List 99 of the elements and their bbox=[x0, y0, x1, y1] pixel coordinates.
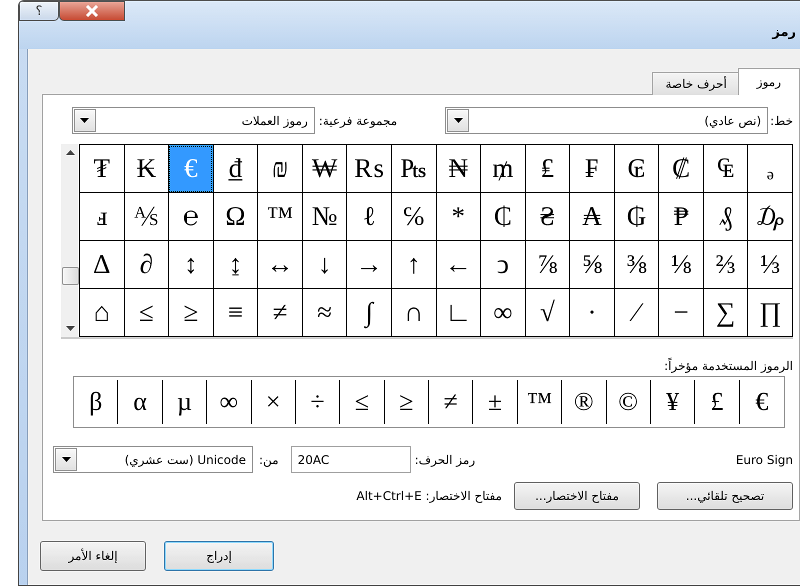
symbol-cell[interactable]: ₱ bbox=[658, 193, 703, 241]
symbol-cell[interactable]: ∕ bbox=[614, 289, 658, 337]
symbol-cell[interactable]: ⅛ bbox=[658, 241, 703, 289]
character-code-field[interactable]: 20AC bbox=[290, 446, 411, 473]
symbol-cell[interactable]: ∏ bbox=[747, 289, 792, 337]
symbol-cell[interactable]: ↄ bbox=[480, 241, 525, 289]
symbol-cell[interactable]: ™ bbox=[518, 380, 562, 424]
symbol-cell[interactable]: ⅔ bbox=[702, 241, 748, 289]
symbol-cell[interactable]: ₣ bbox=[569, 145, 614, 193]
symbol-cell[interactable]: € bbox=[740, 380, 784, 424]
symbol-cell[interactable]: ≡ bbox=[212, 289, 258, 337]
symbol-cell[interactable]: ₤ bbox=[524, 145, 570, 193]
symbol-cell[interactable]: ₯ bbox=[747, 193, 792, 241]
scroll-thumb[interactable] bbox=[62, 266, 78, 284]
symbol-cell[interactable]: ≤ bbox=[340, 380, 385, 424]
symbol-cell[interactable]: ℅ bbox=[390, 193, 436, 241]
symbol-cell[interactable]: ⅜ bbox=[614, 241, 658, 289]
symbol-cell[interactable]: ₔ bbox=[747, 145, 792, 193]
symbol-cell[interactable]: ₢ bbox=[614, 145, 658, 193]
symbol-cell[interactable]: ₰ bbox=[702, 193, 748, 241]
shortcut-key-text: مفتاح الاختصار: Alt+Ctrl+E bbox=[356, 489, 502, 503]
symbol-cell[interactable]: ≥ bbox=[384, 380, 429, 424]
symbol-cell[interactable]: £ bbox=[695, 380, 740, 424]
symbol-cell[interactable]: ≥ bbox=[168, 289, 213, 337]
symbol-cell[interactable]: ≠ bbox=[257, 289, 302, 337]
symbol-cell[interactable]: ≤ bbox=[124, 289, 168, 337]
symbol-cell[interactable]: ₩ bbox=[302, 145, 346, 193]
subset-dropdown[interactable]: رموز العملات bbox=[72, 107, 315, 134]
symbol-cell[interactable]: ∫ bbox=[346, 289, 391, 337]
help-button[interactable]: ؟ bbox=[19, 1, 59, 21]
symbol-cell[interactable]: © bbox=[606, 380, 651, 424]
symbol-cell[interactable]: ₥ bbox=[480, 145, 525, 193]
symbol-cell[interactable]: α bbox=[118, 380, 163, 424]
symbol-cell[interactable]: µ bbox=[162, 380, 208, 424]
symbol-cell[interactable]: ¥ bbox=[650, 380, 696, 424]
symbol-cell[interactable]: √ bbox=[524, 289, 570, 337]
font-label: خط: bbox=[770, 114, 793, 128]
symbol-cell[interactable]: ↑ bbox=[390, 241, 436, 289]
symbol-cell[interactable]: ≠ bbox=[429, 380, 474, 424]
autocorrect-button[interactable]: تصحيح تلقائي... bbox=[657, 482, 793, 510]
symbol-cell[interactable]: ↔ bbox=[257, 241, 302, 289]
symbol-cell[interactable]: ₡ bbox=[658, 145, 703, 193]
character-name: Euro Sign bbox=[736, 452, 793, 466]
shortcut-key-button[interactable]: مفتاح الاختصار... bbox=[514, 482, 640, 510]
symbol-cell[interactable]: ₵ bbox=[480, 193, 525, 241]
from-label: من: bbox=[259, 452, 279, 466]
symbol-cell[interactable]: ™ bbox=[257, 193, 302, 241]
symbol-cell[interactable]: ← bbox=[436, 241, 480, 289]
symbol-cell[interactable]: ® bbox=[562, 380, 606, 424]
recent-symbols-label: الرموز المستخدمة مؤخراً: bbox=[663, 359, 793, 373]
symbol-cell[interactable]: ↓ bbox=[302, 241, 346, 289]
symbol-cell[interactable]: ∩ bbox=[390, 289, 436, 337]
symbol-cell[interactable]: ₧ bbox=[390, 145, 436, 193]
encoding-dropdown[interactable]: Unicode (ست عشري) bbox=[53, 446, 253, 473]
symbol-cell[interactable]: ₪ bbox=[257, 145, 302, 193]
symbol-cell[interactable]: ₦ bbox=[436, 145, 480, 193]
symbol-cell[interactable]: ⅓ bbox=[747, 241, 792, 289]
symbol-cell[interactable]: ∑ bbox=[702, 289, 748, 337]
cancel-button[interactable]: إلغاء الأمر bbox=[40, 541, 146, 571]
symbol-cell[interactable]: ↕ bbox=[168, 241, 213, 289]
symbol-cell[interactable]: ℮ bbox=[168, 193, 213, 241]
symbol-cell[interactable]: ₨ bbox=[346, 145, 391, 193]
symbol-cell[interactable]: ₭ bbox=[124, 145, 168, 193]
symbol-cell[interactable]: ⅍ bbox=[124, 193, 168, 241]
symbol-cell[interactable]: ∞ bbox=[480, 289, 525, 337]
scroll-up-arrow-icon[interactable] bbox=[66, 150, 74, 155]
symbol-cell[interactable]: ∟ bbox=[436, 289, 480, 337]
symbol-cell[interactable]: − bbox=[658, 289, 703, 337]
symbol-cell[interactable]: ⅞ bbox=[524, 241, 570, 289]
symbol-cell[interactable]: ↨ bbox=[212, 241, 258, 289]
symbol-cell[interactable]: ℓ bbox=[346, 193, 391, 241]
symbol-cell[interactable]: ÷ bbox=[296, 380, 340, 424]
scroll-down-arrow-icon[interactable] bbox=[66, 326, 74, 331]
scrollbar[interactable] bbox=[61, 144, 79, 337]
symbol-cell[interactable]: ∙ bbox=[569, 289, 614, 337]
symbol-cell[interactable]: ± bbox=[473, 380, 518, 424]
symbol-cell[interactable]: β bbox=[74, 380, 118, 424]
symbol-cell[interactable]: ∂ bbox=[124, 241, 168, 289]
symbol-cell[interactable]: ∞ bbox=[207, 380, 252, 424]
tab[interactable]: أحرف خاصة bbox=[652, 72, 740, 95]
insert-button[interactable]: إدراج bbox=[164, 541, 274, 571]
close-button[interactable] bbox=[59, 1, 125, 21]
close-icon bbox=[84, 5, 100, 17]
window-title: رمز bbox=[772, 25, 796, 40]
symbol-cell[interactable]: ≈ bbox=[302, 289, 346, 337]
symbol-cell[interactable]: ₲ bbox=[614, 193, 658, 241]
symbol-cell[interactable]: Ω bbox=[212, 193, 258, 241]
subset-label: مجموعة فرعية: bbox=[318, 114, 398, 128]
symbol-cell[interactable]: × bbox=[252, 380, 296, 424]
symbol-cell[interactable]: * bbox=[436, 193, 480, 241]
symbol-cell[interactable]: № bbox=[302, 193, 346, 241]
symbol-cell[interactable]: → bbox=[346, 241, 391, 289]
symbol-cell[interactable]: ⅝ bbox=[569, 241, 614, 289]
character-code-label: رمز الحرف: bbox=[414, 452, 476, 466]
tab[interactable]: رموز bbox=[738, 68, 800, 95]
symbol-cell[interactable]: ₴ bbox=[524, 193, 570, 241]
symbol-cell[interactable]: ₠ bbox=[702, 145, 748, 193]
font-dropdown[interactable]: (نص عادي) bbox=[445, 107, 768, 134]
symbol-cell[interactable]: ₳ bbox=[569, 193, 614, 241]
